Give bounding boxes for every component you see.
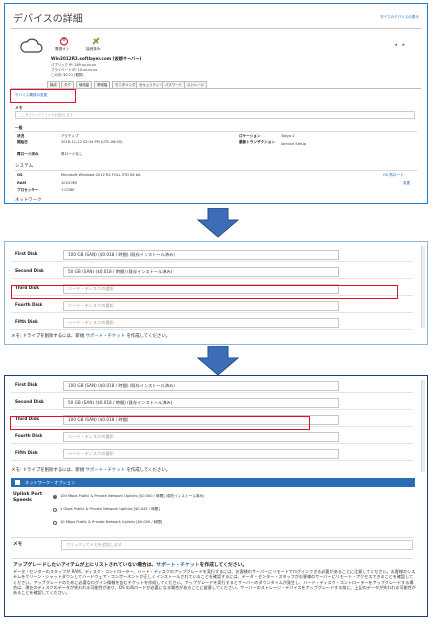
delete-drive-note: メモ: ドライブを削除するには、新規 サポート・チケット を作成してください。 [11, 334, 171, 339]
disk-label: Second Disk [15, 268, 44, 273]
tab-password[interactable]: パスワード [162, 81, 185, 88]
prev-device-button[interactable]: ◂ [394, 42, 397, 48]
disk-row: Fifth Disk ハード・ディスクの選択 [11, 447, 413, 461]
transaction-value: Service Setup [281, 142, 306, 146]
device-tabs: 構成 タグ 使用量 帯域幅 モニタリング セキュリティー パスワード ストレージ [47, 81, 247, 88]
status-label: 状況 [17, 134, 25, 138]
scrollbar[interactable] [421, 246, 425, 328]
disk-select[interactable]: 100 GB (SAN) ($0.018 / 時間) (既存インストール済み) [63, 381, 339, 391]
disk-row: Fourth Disk ハード・ディスクの選択 [11, 430, 413, 444]
device-details-panel: デバイスの詳細 すべてのデバイスの表示 電源オン 接続済み Win2012R2.… [4, 3, 428, 204]
tab-storage[interactable]: ストレージ [184, 81, 207, 88]
status-value: アクティブ [61, 134, 79, 138]
reload-value: 再ロードなし [61, 152, 83, 156]
uplink-option-label: 100 Mbps Public & Private Network Uplink… [60, 494, 205, 498]
down-arrow-icon [196, 208, 240, 238]
location-label: ロケーション [239, 134, 261, 138]
disk-row: Third Disk 100 GB (SAN) ($0.018 / 時間) [11, 413, 413, 427]
disk-label: Second Disk [15, 399, 44, 404]
disk-row: Second Disk 50 GB (SAN) ($0.018 / 時間) (既存… [11, 396, 413, 410]
tab-monitoring[interactable]: モニタリング [112, 81, 139, 88]
scrollbar[interactable] [421, 380, 425, 472]
tab-bandwidth[interactable]: 帯域幅 [94, 81, 111, 88]
uplink-option-label: 1 Gbps Public & Private Network Uplinks … [60, 507, 160, 511]
reload-label: 再ロード済み [17, 152, 39, 156]
disk-label: Fifth Disk [15, 450, 38, 455]
support-ticket-link[interactable]: サポート・チケット [86, 334, 126, 339]
radio-button[interactable] [53, 495, 57, 499]
disk-row: Second Disk 50 GB (SAN) ($0.018 / 時間) (既存… [11, 265, 413, 279]
upgrade-disclaimer: データ・センターのスタッフが RAM、ディスク・コントローラー、ハード・ディスク… [13, 569, 416, 596]
os-reload-link[interactable]: OS 再ロード [383, 173, 404, 178]
notes-input[interactable]: ここをクリックしてメモを追加します [15, 111, 415, 119]
page-title: デバイスの詳細 [13, 14, 83, 25]
disk-row: Third Disk ハード・ディスクの選択 [11, 282, 413, 296]
started-label: 開始日 [17, 140, 28, 144]
tab-usage[interactable]: 使用量 [76, 81, 93, 88]
disk-select[interactable]: 100 GB (SAN) ($0.018 / 時間) (既存インストール済み) [63, 250, 339, 260]
power-status: 電源オン [55, 47, 70, 51]
view-all-devices-link[interactable]: すべてのデバイスの表示 [380, 15, 419, 20]
upgrade-ticket-note: アップグレードしたいアイテムが上にリストされていない場合は、サポート・チケットを… [13, 563, 248, 568]
support-ticket-link[interactable]: サポート・チケット [86, 468, 126, 473]
disk-label: Fourth Disk [15, 433, 43, 438]
connection-status: 接続済み [86, 47, 101, 51]
uplink-port-speeds-label: Uplink Port Speeds [13, 492, 43, 503]
ram-change-link[interactable]: 変更 [403, 181, 410, 186]
radio-button[interactable] [53, 521, 57, 525]
disk-label: First Disk [15, 382, 38, 387]
cloud-icon [19, 38, 43, 54]
disk-select[interactable]: ハード・ディスクの選択 [63, 449, 339, 459]
power-on-icon[interactable] [59, 36, 69, 46]
network-heading: ネットワーク [15, 198, 42, 203]
next-device-button[interactable]: ▸ [402, 42, 405, 48]
system-heading: システム [15, 164, 34, 169]
ram-value: 1024 MB [61, 181, 77, 185]
os-label: OS [17, 173, 23, 177]
disk-select[interactable]: ハード・ディスクの選択 [63, 301, 339, 311]
disk-selection-panel: First Disk 100 GB (SAN) ($0.018 / 時間) (既存… [4, 241, 428, 345]
delete-drive-note: メモ: ドライブを削除するには、新規 サポート・チケット を作成してください。 [11, 468, 171, 473]
disk-select[interactable]: ハード・ディスクの選択 [63, 284, 339, 294]
location-value: Tokyo 2 [281, 134, 295, 138]
tab-configuration[interactable]: 構成 [47, 81, 60, 88]
disk-label: Fifth Disk [15, 319, 38, 324]
notes-input[interactable]: クリックしてメモを追加します [61, 540, 413, 550]
disk-label: Third Disk [15, 416, 39, 421]
transaction-label: 最新トランザクション [239, 140, 275, 144]
disk-select[interactable]: 100 GB (SAN) ($0.018 / 時間) [63, 415, 339, 425]
radio-button[interactable] [53, 508, 57, 512]
disk-row: Fifth Disk ハード・ディスクの選択 [11, 316, 413, 330]
disk-row: First Disk 100 GB (SAN) ($0.018 / 時間) (既存… [11, 379, 413, 393]
down-arrow-icon [196, 346, 240, 376]
disk-row: Fourth Disk ハード・ディスクの選択 [11, 299, 413, 313]
network-options-header[interactable]: ネットワーク・オプション [11, 478, 415, 487]
collapse-icon[interactable] [15, 480, 20, 485]
notes-label: メモ [13, 542, 23, 547]
edit-device-config-link[interactable]: デバイス構成の変更 [15, 93, 47, 98]
current-cost: この月: $0.21 (概算) [51, 73, 84, 77]
disk-label: Third Disk [15, 285, 39, 290]
ram-label: RAM [17, 181, 27, 185]
tab-tags[interactable]: タグ [61, 81, 74, 88]
disk-row: First Disk 100 GB (SAN) ($0.018 / 時間) (既存… [11, 248, 413, 262]
disk-label: First Disk [15, 251, 38, 256]
disk-label: Fourth Disk [15, 302, 43, 307]
cpu-value: 1 CORE [61, 188, 75, 192]
started-value: 2016-11-22 02:34 PM (UTC-06:00) [61, 140, 123, 144]
connected-icon [91, 36, 101, 46]
disk-select[interactable]: 50 GB (SAN) ($0.018 / 時間) (既存インストール済み) [63, 398, 339, 408]
disk-select[interactable]: 50 GB (SAN) ($0.018 / 時間) (既存インストール済み) [63, 267, 339, 277]
upgrade-options-panel: First Disk 100 GB (SAN) ($0.018 / 時間) (既存… [4, 375, 428, 617]
disk-select[interactable]: ハード・ディスクの選択 [63, 432, 339, 442]
uplink-option-label: 10 Mbps Public & Private Network Uplinks… [60, 520, 163, 524]
upgrade-support-ticket-link[interactable]: サポート・チケット [156, 563, 199, 568]
cpu-label: プロセッサー [17, 188, 39, 192]
os-value: Microsoft Windows 2012 R2 FULL STD 64 bi… [61, 173, 141, 177]
disk-select[interactable]: ハード・ディスクの選択 [63, 318, 339, 328]
